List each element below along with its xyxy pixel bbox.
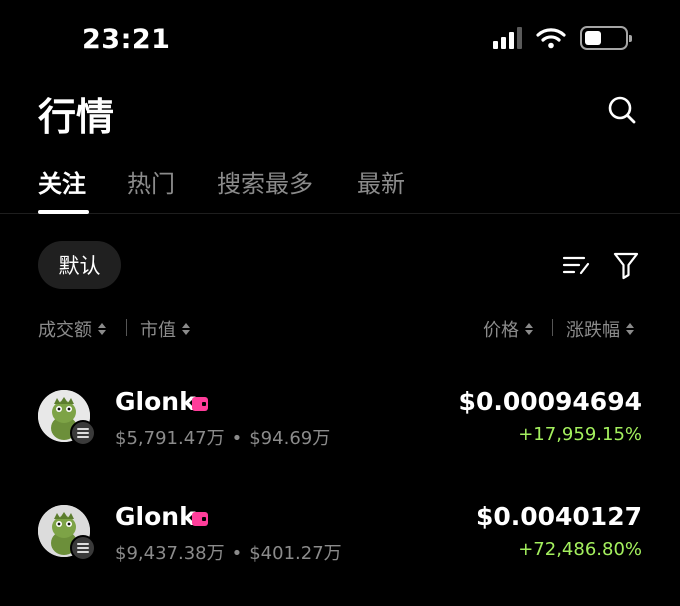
battery-icon	[580, 26, 632, 50]
tab-popular[interactable]: 热门	[127, 164, 175, 199]
column-volume[interactable]: 成交额	[38, 316, 106, 342]
sort-arrows-icon	[98, 323, 106, 335]
token-volume: $5,791.47万	[115, 428, 225, 449]
column-market-cap[interactable]: 市值	[140, 316, 190, 342]
signal-icon	[493, 27, 522, 49]
token-change: +72,486.80%	[518, 539, 642, 560]
column-change-label: 涨跌幅	[566, 320, 620, 341]
column-volume-label: 成交额	[38, 320, 92, 341]
token-market-cap: $94.69万	[249, 428, 331, 449]
filter-button[interactable]	[610, 250, 642, 280]
chain-icon	[70, 420, 96, 446]
tab-newest[interactable]: 最新	[357, 164, 405, 199]
status-icons	[493, 26, 632, 50]
filter-icon	[613, 252, 639, 280]
wifi-icon	[536, 28, 566, 49]
sort-list-button[interactable]	[560, 250, 592, 280]
wallet-icon	[192, 512, 208, 526]
page-title: 行情	[38, 95, 115, 139]
search-button[interactable]	[602, 90, 642, 130]
status-bar: 23:21	[0, 0, 680, 80]
wallet-icon	[192, 397, 208, 411]
column-market-cap-label: 市值	[140, 320, 176, 341]
token-stats: $9,437.38万 • $401.27万	[115, 543, 342, 564]
token-row[interactable]: Glonk $5,791.47万 • $94.69万 $0.00094694 +17…	[0, 370, 680, 470]
column-divider	[552, 319, 553, 336]
sort-arrows-icon	[182, 323, 190, 335]
active-tab-indicator	[38, 210, 89, 214]
default-filter-chip[interactable]: 默认	[38, 241, 121, 289]
chain-icon	[70, 535, 96, 561]
column-change[interactable]: 涨跌幅	[566, 316, 634, 342]
sort-list-icon	[562, 256, 590, 275]
token-stats: $5,791.47万 • $94.69万	[115, 428, 331, 449]
token-price: $0.0040127	[475, 502, 642, 531]
column-price[interactable]: 价格	[483, 316, 533, 342]
token-market-cap: $401.27万	[249, 543, 342, 564]
column-price-label: 价格	[483, 320, 519, 341]
tab-following[interactable]: 关注	[38, 164, 86, 199]
token-price: $0.00094694	[458, 387, 642, 416]
sort-arrows-icon	[525, 323, 533, 335]
token-name: Glonk	[115, 502, 196, 531]
token-name: Glonk	[115, 387, 196, 416]
token-change: +17,959.15%	[518, 424, 642, 445]
token-volume: $9,437.38万	[115, 543, 225, 564]
tab-bar: 关注 热门 搜索最多 最新	[0, 160, 680, 214]
sort-arrows-icon	[626, 323, 634, 335]
status-time: 23:21	[82, 24, 171, 55]
token-row[interactable]: Glonk $9,437.38万 • $401.27万 $0.0040127 +72…	[0, 485, 680, 585]
tab-most-searched[interactable]: 搜索最多	[217, 164, 313, 199]
column-divider	[126, 319, 127, 336]
search-icon	[608, 96, 636, 124]
